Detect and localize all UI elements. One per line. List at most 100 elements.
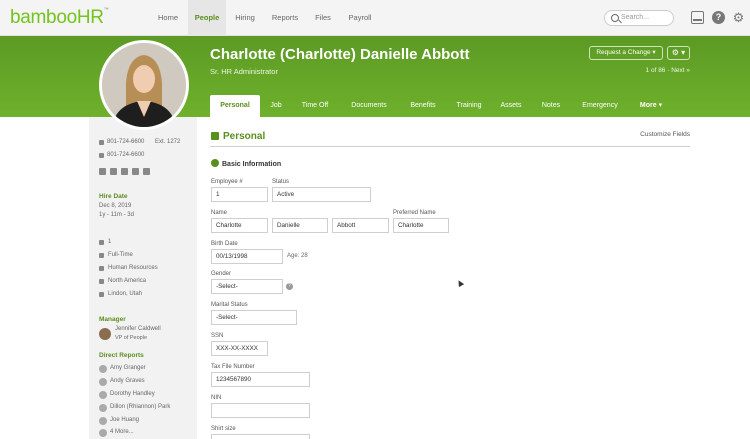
tab-more[interactable]: More ▾ (632, 95, 670, 117)
info-icon[interactable]: ? (286, 283, 293, 290)
report-avatar (99, 417, 107, 425)
marital-status-select[interactable]: -Select- (211, 310, 297, 325)
pinterest-icon[interactable] (143, 168, 150, 175)
customize-fields-link[interactable]: Customize Fields (620, 131, 690, 138)
mouse-cursor (455, 278, 465, 288)
manager-title: VP of People (115, 335, 148, 341)
ssn-field[interactable]: XXX-XX-XXXX (211, 341, 268, 356)
tab-assets[interactable]: Assets (494, 95, 528, 117)
status-label: Status (272, 179, 290, 185)
birth-date-label: Birth Date (211, 241, 238, 247)
location: Lindon, Utah (108, 291, 143, 297)
preferred-name-label: Preferred Name (393, 210, 436, 216)
help-icon[interactable]: ? (712, 11, 725, 24)
nav-hiring[interactable]: Hiring (228, 0, 262, 36)
search-input[interactable]: Search... (604, 10, 674, 26)
basic-info-heading: Basic Information (211, 159, 281, 168)
tax-file-number-field[interactable]: 1234567890 (211, 372, 310, 387)
mobile-phone[interactable]: 801-724-6600 (107, 152, 144, 158)
hire-duration: 1y - 11m - 3d (99, 212, 134, 218)
tab-benefits[interactable]: Benefits (402, 95, 444, 117)
tab-personal[interactable]: Personal (210, 95, 260, 117)
work-phone[interactable]: 801-724-6600 (107, 139, 144, 145)
more-reports-icon (99, 429, 107, 437)
person-icon (211, 159, 219, 167)
age-text: Age: 28 (287, 253, 308, 259)
avatar (99, 40, 189, 130)
direct-report-item[interactable]: Dillon (Rhiannon) Park (110, 404, 170, 410)
report-avatar (99, 378, 107, 386)
nav-reports[interactable]: Reports (266, 0, 304, 36)
middle-name-field[interactable]: Danielle (272, 218, 328, 233)
profile-photo (102, 43, 186, 127)
hire-date-label: Hire Date (99, 193, 128, 200)
inbox-icon[interactable] (691, 11, 704, 24)
status-field[interactable]: Active (272, 187, 371, 202)
tab-time-off[interactable]: Time Off (294, 95, 336, 117)
preferred-name-field[interactable]: Charlotte (393, 218, 449, 233)
shirt-size-label: Shirt size (211, 426, 236, 432)
facebook-icon[interactable] (110, 168, 117, 175)
gender-select[interactable]: -Select- (211, 279, 283, 294)
direct-report-item[interactable]: Amy Granger (110, 365, 146, 371)
manager-avatar[interactable] (99, 328, 111, 340)
tax-file-number-label: Tax File Number (211, 364, 255, 370)
gender-label: Gender (211, 271, 232, 277)
search-placeholder: Search... (621, 14, 650, 21)
tab-notes[interactable]: Notes (534, 95, 568, 117)
globe-icon (99, 279, 104, 284)
section-divider (210, 146, 690, 147)
tab-documents[interactable]: Documents (342, 95, 396, 117)
division: North America (108, 278, 147, 284)
department-icon (99, 266, 104, 271)
direct-report-item[interactable]: Dorothy Handley (110, 391, 155, 397)
birth-date-field[interactable]: 00/13/1998 (211, 249, 283, 264)
pager[interactable]: 1 of 86 · Next » (620, 67, 690, 74)
direct-reports-label: Direct Reports (99, 352, 144, 359)
nav-home[interactable]: Home (150, 0, 186, 36)
shirt-size-field[interactable] (211, 434, 310, 439)
report-avatar (99, 404, 107, 412)
tab-training[interactable]: Training (450, 95, 488, 117)
tab-job[interactable]: Job (262, 95, 290, 117)
bamboohr-logo[interactable]: bambooHR™ (10, 7, 109, 29)
location-icon (99, 292, 104, 297)
ssn-label: SSN (211, 333, 224, 339)
hash-icon (99, 240, 104, 245)
id-card-icon (211, 132, 219, 140)
section-title: Personal (211, 131, 265, 142)
phone-icon (99, 140, 104, 145)
search-icon (611, 14, 619, 22)
employment-type: Full-Time (108, 252, 133, 258)
nin-field[interactable] (211, 403, 310, 418)
report-avatar (99, 391, 107, 399)
nav-payroll[interactable]: Payroll (342, 0, 378, 36)
first-name-field[interactable]: Charlotte (211, 218, 268, 233)
employee-number-label: Employee # (211, 179, 243, 185)
tab-emergency[interactable]: Emergency (574, 95, 626, 117)
manager-label: Manager (99, 316, 126, 323)
top-navbar: bambooHR™ Home People Hiring Reports Fil… (0, 0, 750, 36)
employee-title: Sr. HR Administrator (210, 67, 278, 76)
linkedin-icon[interactable] (99, 168, 106, 175)
report-avatar (99, 365, 107, 373)
manager-name[interactable]: Jennifer Caldwell (115, 326, 161, 332)
gear-icon[interactable]: ⚙ (732, 11, 745, 24)
more-reports-link[interactable]: 4 More... (110, 429, 134, 435)
direct-report-item[interactable]: Joe Huang (110, 417, 139, 423)
name-label: Name (211, 210, 228, 216)
employee-number: 1 (108, 239, 112, 245)
request-change-button[interactable]: Request a Change ▾ (589, 46, 663, 60)
settings-dropdown-button[interactable]: ⚙ ▾ (667, 46, 690, 60)
employee-number-field[interactable]: 1 (211, 187, 268, 202)
nav-files[interactable]: Files (308, 0, 338, 36)
clock-icon (99, 253, 104, 258)
employee-name: Charlotte (Charlotte) Danielle Abbott (210, 46, 470, 63)
hire-date: Dec 8, 2019 (99, 203, 132, 209)
twitter-icon[interactable] (121, 168, 128, 175)
direct-report-item[interactable]: Andy Graves (110, 378, 145, 384)
department: Human Resources (108, 265, 158, 271)
instagram-icon[interactable] (132, 168, 139, 175)
nav-people[interactable]: People (188, 0, 226, 36)
last-name-field[interactable]: Abbott (332, 218, 389, 233)
